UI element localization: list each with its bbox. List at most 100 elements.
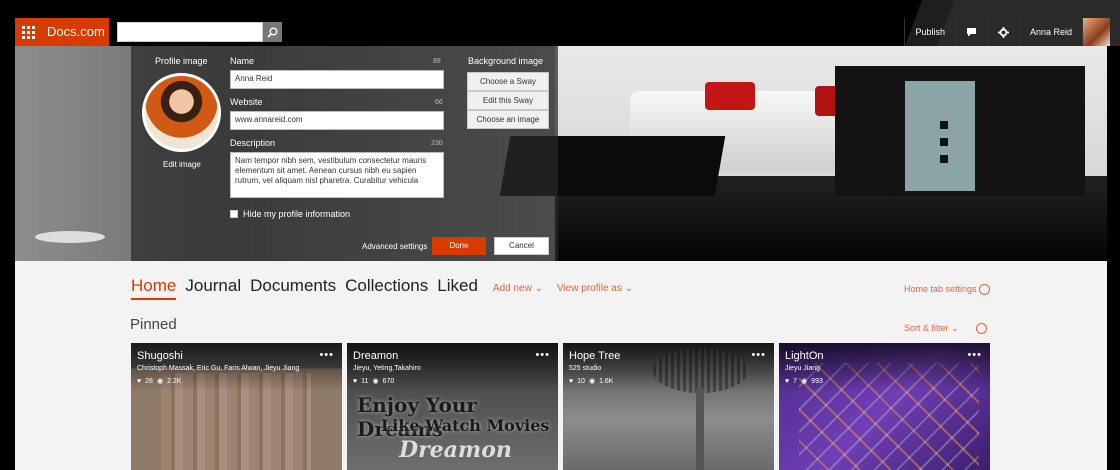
more-icon[interactable]: ••• <box>319 349 334 361</box>
brand-logo[interactable]: Docs.com <box>41 18 109 46</box>
description-field[interactable]: Nam tempor nibh sem, vestibulum consecte… <box>230 152 444 198</box>
add-new-dropdown[interactable]: Add new ⌄ <box>493 283 543 294</box>
name-label: Name <box>230 56 255 66</box>
card-views: 993 <box>811 377 823 385</box>
profile-image-label: Profile image <box>155 56 208 66</box>
name-field[interactable]: Anna Reid <box>230 70 444 89</box>
chat-button[interactable] <box>954 18 987 46</box>
description-char-count: 230 <box>431 140 443 147</box>
search-input[interactable] <box>117 22 263 42</box>
website-char-count: 66 <box>435 99 443 106</box>
chat-icon <box>966 28 976 37</box>
card-views: 1.6K <box>599 377 614 385</box>
banner-lamp <box>35 231 105 243</box>
chevron-down-icon: ⌄ <box>534 283 543 294</box>
hide-profile-checkbox[interactable] <box>230 210 238 218</box>
eye-icon: ◉ <box>372 378 379 385</box>
name-char-count: 88 <box>433 58 441 65</box>
user-avatar[interactable] <box>1082 18 1110 46</box>
edit-sway-button[interactable]: Edit this Sway <box>467 91 549 110</box>
background-image-label: Background image <box>468 56 544 66</box>
pinned-card[interactable]: Enjoy Your Dreams Like Watch Movies Drea… <box>347 343 558 470</box>
gear-icon <box>997 26 1009 38</box>
app-launcher-icon <box>21 25 35 39</box>
add-new-label: Add new <box>492 283 532 294</box>
heart-icon: ♥ <box>569 377 574 385</box>
app-launcher-button[interactable] <box>15 18 41 46</box>
card-thumbnail-detail <box>696 388 704 470</box>
more-icon[interactable]: ••• <box>751 349 766 361</box>
done-button[interactable]: Done <box>432 237 486 255</box>
card-stats: ♥ 11 ◉ 670 <box>353 377 395 386</box>
card-views: 670 <box>382 377 395 385</box>
search-button[interactable] <box>263 22 282 42</box>
heart-icon: ♥ <box>137 377 142 385</box>
choose-image-button[interactable]: Choose an image <box>467 110 549 129</box>
gear-icon[interactable] <box>976 323 987 334</box>
heart-icon: ♥ <box>785 377 790 385</box>
pinned-card[interactable]: Hope Tree 525 studio ♥ 10 ◉ 1.6K ••• <box>563 343 774 470</box>
publish-button[interactable]: Publish <box>904 18 955 46</box>
eye-icon: ◉ <box>801 378 808 385</box>
choose-sway-button[interactable]: Choose a Sway <box>467 72 549 91</box>
view-profile-as-label: View profile as <box>557 283 622 294</box>
home-tab-settings-link[interactable]: Home tab settings <box>904 284 977 294</box>
cabinet-handle <box>940 155 948 163</box>
website-label: Website <box>230 97 263 107</box>
pinned-card[interactable]: Shugoshi Christoph Massak, Eric Gu, Fari… <box>131 343 342 470</box>
tab-collections[interactable]: Collections <box>345 276 428 296</box>
advanced-settings-link[interactable]: Advanced settings <box>362 242 427 251</box>
card-views: 2.2K <box>167 377 182 385</box>
settings-button[interactable] <box>986 18 1019 46</box>
card-stats: ♥ 10 ◉ 1.6K <box>569 377 614 386</box>
card-likes: 11 <box>361 377 369 385</box>
tab-documents[interactable]: Documents <box>250 276 336 296</box>
search-icon <box>267 27 278 38</box>
card-stats: ♥ 7 ◉ 993 <box>785 377 823 386</box>
more-icon[interactable]: ••• <box>967 349 982 361</box>
pinned-heading: Pinned <box>130 316 177 333</box>
tab-journal[interactable]: Journal <box>185 276 241 296</box>
top-bar-actions: Publish Anna Reid <box>904 18 1110 46</box>
banner-pillow <box>705 82 755 110</box>
view-profile-as-dropdown[interactable]: View profile as ⌄ <box>557 283 633 294</box>
card-title: Hope Tree <box>569 350 621 362</box>
website-field[interactable]: www.annareid.com <box>230 111 444 130</box>
edit-image-link[interactable]: Edit image <box>163 160 201 169</box>
card-title: LightOn <box>785 350 824 362</box>
chevron-down-icon: ⌄ <box>951 323 959 333</box>
card-authors: Christoph Massak, Eric Gu, Faris Alwan, … <box>137 365 300 372</box>
eye-icon: ◉ <box>588 378 596 385</box>
chevron-down-icon: ⌄ <box>624 283 634 294</box>
card-title: Dreamon <box>353 350 399 362</box>
card-art-text: Like Watch Movies <box>381 416 550 435</box>
heart-icon: ♥ <box>353 377 358 385</box>
card-likes: 10 <box>577 377 585 385</box>
more-icon[interactable]: ••• <box>535 349 550 361</box>
profile-image[interactable] <box>142 73 221 152</box>
card-authors: Jieyu, Yeting,Takahiro <box>353 365 421 372</box>
cabinet-door <box>905 81 975 191</box>
user-name[interactable]: Anna Reid <box>1018 18 1082 46</box>
hide-profile-label[interactable]: Hide my profile information <box>243 209 350 219</box>
card-authors: 525 studio <box>569 365 602 372</box>
card-authors: Jieyu Jiang <box>785 365 821 372</box>
tab-liked[interactable]: Liked <box>437 276 478 296</box>
card-title: Shugoshi <box>137 350 183 362</box>
tab-home[interactable]: Home <box>131 276 177 300</box>
banner-cabinet <box>835 66 1085 196</box>
gear-icon[interactable] <box>979 284 990 295</box>
card-stats: ♥ 28 ◉ 2.2K <box>137 377 182 386</box>
card-likes: 7 <box>793 377 798 385</box>
profile-tabs: Home Journal Documents Collections Liked… <box>131 276 641 300</box>
card-art-text: Dreamon <box>399 437 512 463</box>
description-label: Description <box>230 138 276 148</box>
cabinet-handle <box>940 121 948 129</box>
cabinet-handle <box>940 138 948 146</box>
cancel-button[interactable]: Cancel <box>494 237 549 255</box>
sort-filter-dropdown[interactable]: Sort & filter ⌄ <box>904 323 959 334</box>
card-likes: 28 <box>145 377 153 385</box>
sort-filter-label: Sort & filter <box>904 323 949 333</box>
eye-icon: ◉ <box>156 378 164 385</box>
pinned-card[interactable]: LightOn Jieyu Jiang ♥ 7 ◉ 993 ••• <box>779 343 990 470</box>
